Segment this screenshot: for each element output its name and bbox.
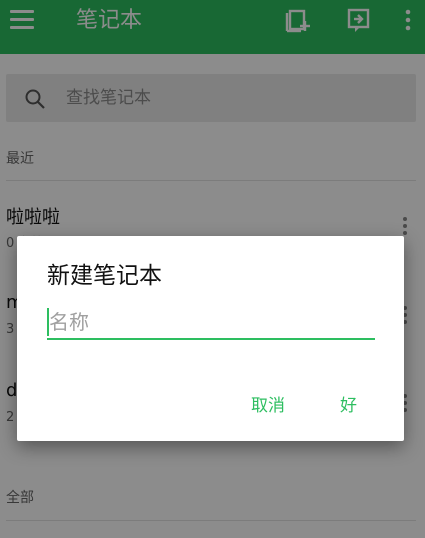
dialog-title: 新建笔记本 (47, 263, 162, 289)
notebook-name-input[interactable]: 名称 (47, 304, 375, 340)
new-notebook-dialog: 新建笔记本 名称 取消 好 (17, 236, 404, 441)
input-placeholder: 名称 (49, 310, 89, 334)
cancel-button[interactable]: 取消 (251, 394, 285, 418)
ok-button[interactable]: 好 (340, 394, 357, 418)
input-underline (47, 338, 375, 340)
